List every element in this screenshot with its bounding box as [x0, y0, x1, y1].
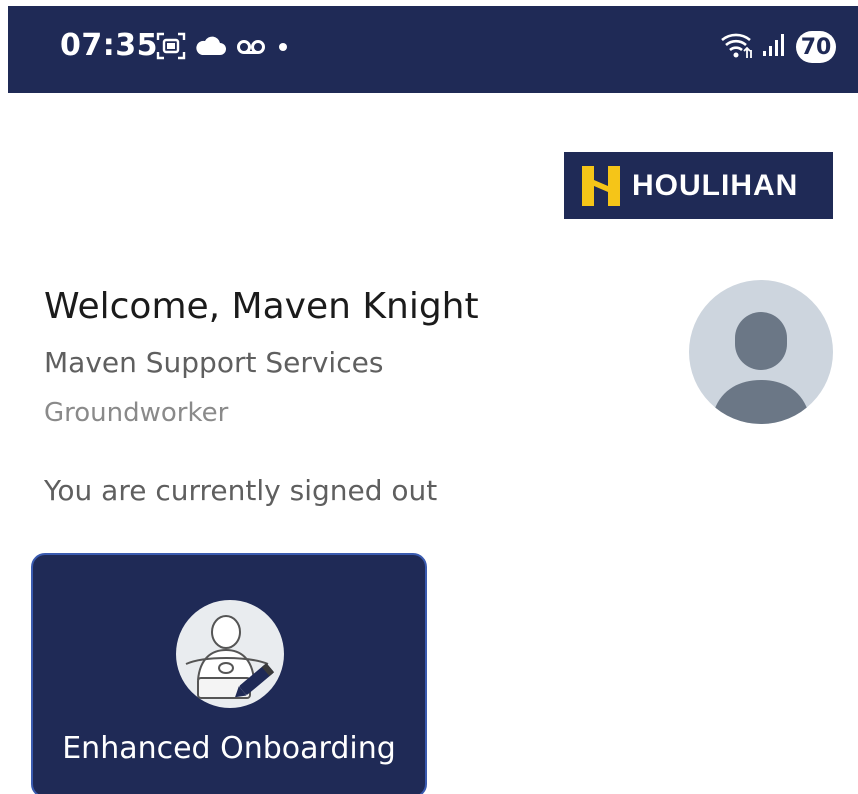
status-left-icons	[156, 32, 290, 64]
houlihan-h-icon	[582, 165, 620, 206]
tile-label: Enhanced Onboarding	[62, 731, 396, 766]
job-role: Groundworker	[44, 398, 229, 428]
enhanced-onboarding-tile[interactable]: Enhanced Onboarding	[31, 553, 427, 794]
status-bar: 07:35 70	[8, 6, 858, 93]
avatar[interactable]	[689, 280, 833, 424]
brand-name: HOULIHAN	[632, 168, 799, 202]
wifi-icon	[720, 30, 754, 64]
sign-in-status: You are currently signed out	[44, 474, 438, 507]
status-time: 07:35	[60, 28, 158, 63]
houlihan-logo: HOULIHAN	[564, 152, 833, 219]
battery-indicator: 70	[796, 31, 836, 63]
driver-onboarding-icon	[176, 600, 284, 708]
welcome-heading: Welcome, Maven Knight	[44, 286, 479, 327]
dot-icon	[276, 39, 290, 58]
user-avatar-icon	[689, 312, 833, 424]
status-right-icons: 70	[720, 30, 836, 64]
app-screen: 07:35 70 HOULIHAN Welcome, Maven Knight …	[0, 0, 858, 794]
signal-icon	[762, 33, 788, 61]
screenshot-icon	[156, 32, 186, 64]
cloud-icon	[196, 35, 226, 61]
company-name: Maven Support Services	[44, 346, 384, 379]
voicemail-icon	[236, 37, 266, 59]
